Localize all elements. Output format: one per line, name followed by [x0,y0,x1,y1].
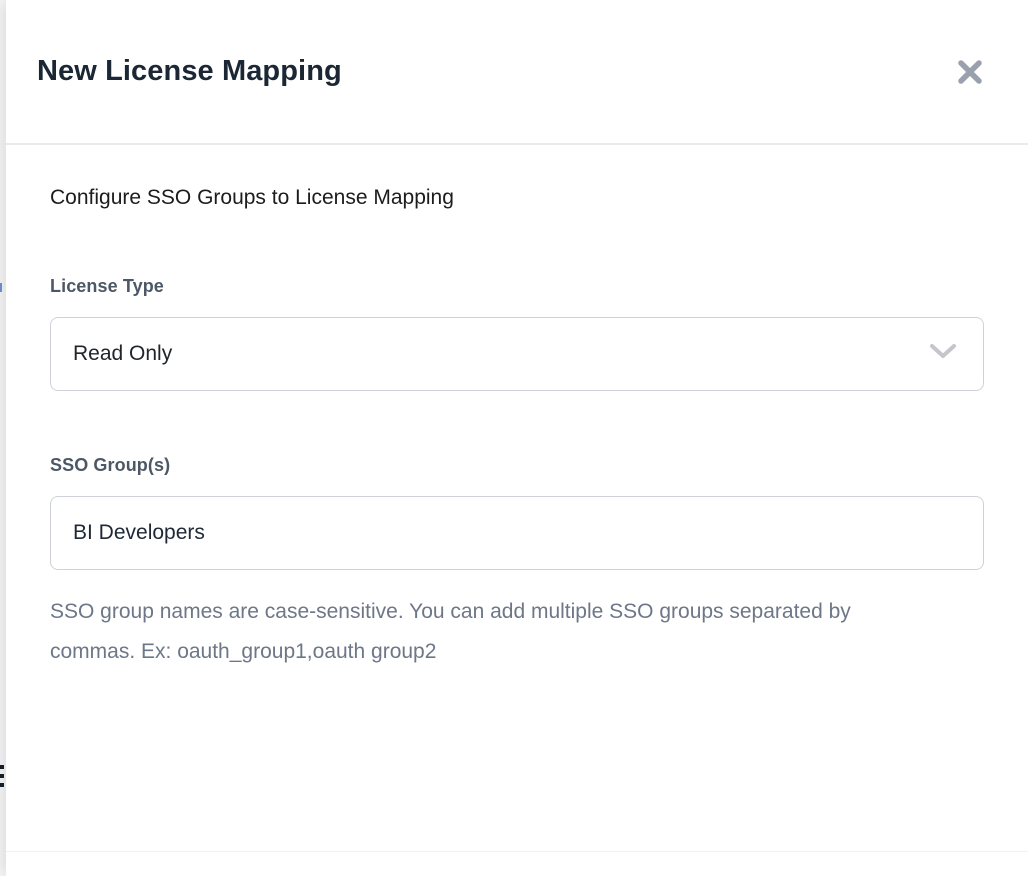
new-license-mapping-modal: New License Mapping Configure SSO Groups… [6,0,1028,876]
modal-body: Configure SSO Groups to License Mapping … [6,145,1028,672]
sso-groups-input[interactable] [50,496,984,570]
modal-header: New License Mapping [6,0,1028,145]
background-blue-fragment [0,283,2,292]
hamburger-menu-icon [0,765,4,789]
license-type-dropdown[interactable]: Read Only [50,317,984,391]
x-close-icon [955,57,985,87]
chevron-down-icon [929,342,957,366]
footer-divider [6,851,1028,852]
license-type-selected-value: Read Only [73,342,172,366]
modal-subtitle: Configure SSO Groups to License Mapping [50,186,984,210]
sso-groups-help-text: SSO group names are case-sensitive. You … [50,592,905,672]
sso-groups-label: SSO Group(s) [50,455,984,476]
license-type-label: License Type [50,276,984,297]
modal-title: New License Mapping [37,55,342,88]
close-button[interactable] [952,54,988,90]
page: New License Mapping Configure SSO Groups… [0,0,1028,876]
